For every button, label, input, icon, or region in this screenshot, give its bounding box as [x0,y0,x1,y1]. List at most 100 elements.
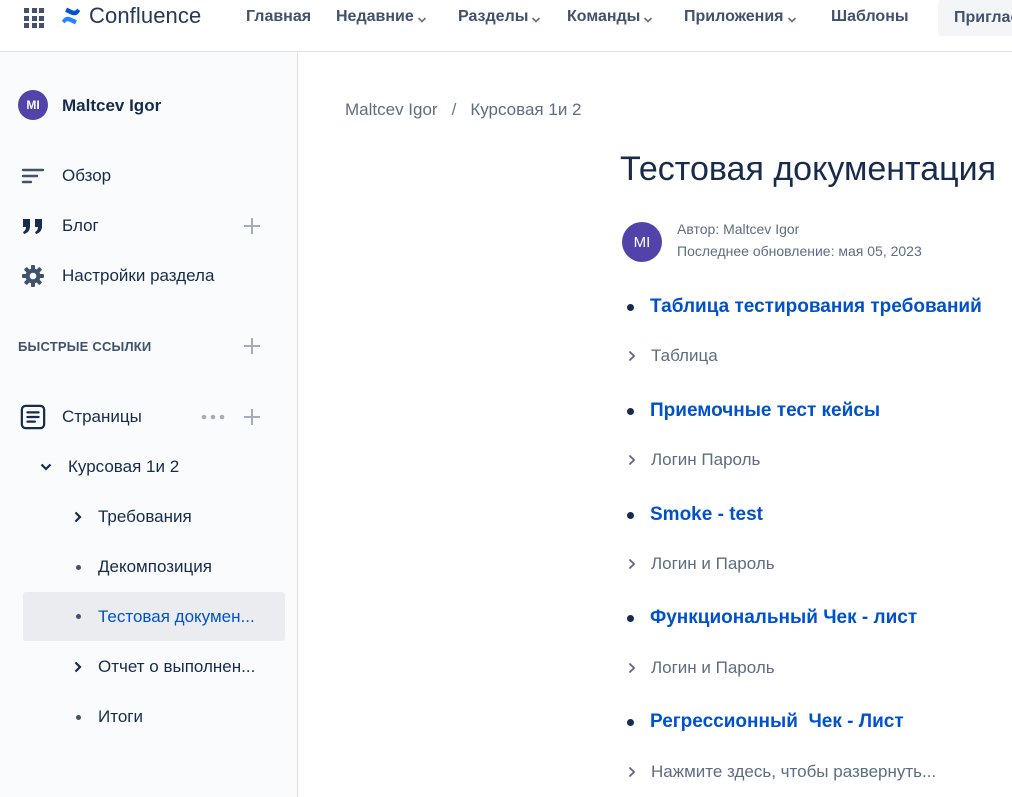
bullet-icon [72,611,84,623]
breadcrumb: Maltcev Igor / Курсовая 1и 2 [345,100,582,120]
tree-item-results[interactable]: Итоги [23,694,285,740]
logo-text: Confluence [89,3,202,28]
quick-links-heading: БЫСТРЫЕ ССЫЛКИ [18,339,152,354]
sidebar-item-blog[interactable]: Блог [0,208,297,244]
breadcrumb-parent-link[interactable]: Курсовая 1и 2 [470,100,581,120]
list-item: Smoke - test [627,504,763,526]
overview-icon [20,163,46,189]
space-avatar-initials: MI [26,98,40,112]
page-link[interactable]: Приемочные тест кейсы [650,400,880,422]
chevron-down-icon[interactable] [40,461,52,473]
chevron-down-icon [417,12,427,23]
tree-item-label: Тестовая докумен... [98,606,255,626]
tree-item-label: Отчет о выполнен... [98,657,256,676]
space-name[interactable]: Maltcev Igor [62,96,161,116]
add-blog-icon[interactable] [243,217,261,235]
chevron-right-icon [628,558,636,570]
chevron-right-icon [628,662,636,674]
tree-item-course[interactable]: Курсовая 1и 2 [23,444,285,490]
list-item: Таблица тестирования требований [627,296,982,318]
expand-toggle[interactable]: Логин и Пароль [627,554,775,574]
tree-item-decomposition[interactable]: Декомпозиция [23,544,285,590]
add-page-icon[interactable] [243,408,261,426]
quote-icon [20,213,46,239]
page-link[interactable]: Таблица тестирования требований [650,296,982,318]
breadcrumb-separator: / [451,100,457,119]
nav-templates[interactable]: Шаблоны [831,0,909,34]
nav-spaces-label: Разделы [458,8,529,25]
tree-item-test-docs[interactable]: Тестовая докумен... [23,592,285,641]
nav-home-label: Главная [246,8,312,25]
list-item: Функциональный Чек - лист [627,607,917,629]
expand-label: Логин и Пароль [651,658,775,677]
page-link[interactable]: Регрессионный Чек - Лист [650,711,904,733]
author-avatar[interactable]: MI [622,222,662,262]
sidebar-item-label: Блог [62,216,99,235]
nav-apps-label: Приложения [684,8,784,25]
bullet-icon [627,511,634,519]
bullet-icon [627,718,634,726]
confluence-logo-icon [61,7,81,25]
tree-item-requirements[interactable]: Требования [23,494,285,540]
list-item: Приемочные тест кейсы [627,400,880,422]
invite-button[interactable]: Пригласить [938,0,1012,36]
chevron-right-icon [628,766,636,778]
chevron-down-icon [787,12,797,23]
chevron-down-icon [531,12,541,23]
nav-teams[interactable]: Команды [567,0,653,34]
chevron-right-icon[interactable] [72,661,84,673]
more-icon[interactable] [201,408,227,426]
expand-toggle[interactable]: Таблица [627,346,718,366]
author-avatar-initials: MI [633,233,651,251]
pages-icon [20,404,46,430]
chevron-down-icon [643,12,653,23]
last-updated-line: Последнее обновление: мая 05, 2023 [677,243,922,259]
sidebar-item-pages[interactable]: Страницы [0,399,297,435]
add-quick-link-icon[interactable] [243,337,261,355]
sidebar: MI Maltcev Igor Обзор Блог Настройки раз… [0,52,298,797]
list-item: Регрессионный Чек - Лист [627,711,904,733]
page-byline: Автор: Maltcev Igor Последнее обновление… [677,218,922,262]
tree-item-label: Курсовая 1и 2 [68,457,180,476]
author-line: Автор: Maltcev Igor [677,221,800,237]
nav-recent[interactable]: Недавние [336,0,427,34]
tree-item-report[interactable]: Отчет о выполнен... [23,644,285,690]
chevron-right-icon [628,350,636,362]
nav-spaces[interactable]: Разделы [458,0,541,34]
bullet-icon [627,407,634,415]
bullet-icon [72,711,84,723]
nav-teams-label: Команды [567,8,641,25]
sidebar-item-label: Страницы [62,407,142,426]
sidebar-item-label: Настройки раздела [62,266,215,285]
confluence-logo[interactable]: Confluence [60,2,201,30]
bullet-icon [72,561,84,573]
sidebar-item-label: Обзор [62,166,112,185]
expand-toggle[interactable]: Нажмите здесь, чтобы развернуть... [627,762,936,782]
expand-label: Логин и Пароль [651,554,775,573]
page-link[interactable]: Smoke - test [650,504,763,526]
expand-toggle[interactable]: Логин Пароль [627,450,760,470]
gear-icon [20,263,46,289]
tree-item-label: Декомпозиция [98,557,212,576]
expand-label: Таблица [651,346,718,365]
expand-toggle[interactable]: Логин и Пароль [627,658,775,678]
chevron-right-icon[interactable] [72,511,84,523]
nav-recent-label: Недавние [336,8,414,25]
nav-apps[interactable]: Приложения [684,0,797,34]
app-switcher-icon[interactable] [24,8,44,28]
bullet-icon [627,303,634,311]
breadcrumb-space-link[interactable]: Maltcev Igor [345,100,438,120]
top-navigation: Confluence Главная Недавние Разделы Кома… [0,0,1012,52]
sidebar-item-space-settings[interactable]: Настройки раздела [0,258,297,294]
bullet-icon [627,614,634,622]
invite-button-label: Пригласить [954,9,1012,26]
tree-item-label: Требования [98,507,192,526]
sidebar-item-overview[interactable]: Обзор [0,158,297,194]
nav-home[interactable]: Главная [246,0,311,34]
nav-templates-label: Шаблоны [831,8,909,25]
tree-item-label: Итоги [98,707,143,726]
page-link[interactable]: Функциональный Чек - лист [650,607,917,629]
chevron-right-icon [628,454,636,466]
page-title: Тестовая документация [620,150,996,188]
space-avatar[interactable]: MI [18,90,48,120]
